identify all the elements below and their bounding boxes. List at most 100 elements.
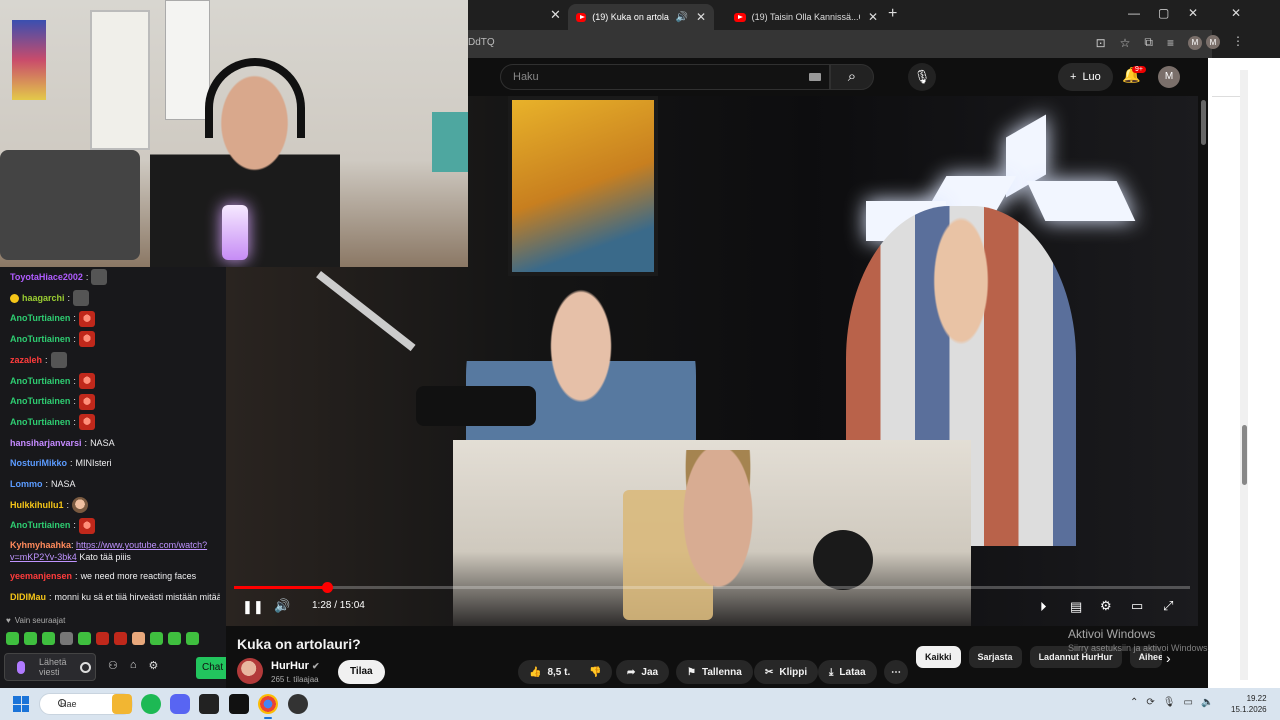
mic-icon[interactable]	[17, 661, 25, 674]
download-button[interactable]: ⤓ Lataa	[818, 660, 877, 684]
install-icon[interactable]: ⊡	[1096, 36, 1106, 50]
theater-mode-icon[interactable]: ▭	[1131, 598, 1143, 614]
close-window-icon[interactable]: ✕	[1231, 6, 1241, 20]
volume-icon[interactable]: 🔊	[274, 598, 290, 614]
emote-icon[interactable]	[60, 632, 73, 645]
url-text[interactable]: DdTQ	[468, 37, 495, 48]
page-scrollbar-thumb[interactable]	[1242, 425, 1247, 485]
profile-avatar[interactable]: M	[1188, 35, 1202, 50]
inner-scrollbar-thumb[interactable]	[1201, 100, 1206, 145]
emote-icon[interactable]	[168, 632, 181, 645]
emote-picker-icon[interactable]	[80, 662, 91, 673]
subtitles-icon[interactable]: ▤	[1070, 599, 1082, 615]
volume-icon[interactable]: 🔈	[1201, 697, 1213, 708]
close-window-icon[interactable]: ✕	[1188, 6, 1198, 20]
maximize-icon[interactable]: ▢	[1158, 6, 1169, 20]
bits-icon[interactable]: ⚇	[108, 659, 118, 672]
chat-username[interactable]: ToyotaHiace2002	[10, 267, 83, 288]
share-button[interactable]: ➦ Jaa	[616, 660, 670, 684]
speaker-icon[interactable]: 🔊	[675, 12, 687, 23]
chat-username[interactable]: Hulkkihullu1	[10, 495, 64, 516]
tab-close-icon[interactable]: ✕	[868, 10, 878, 24]
more-actions-button[interactable]: ⋯	[884, 660, 908, 684]
chat-username[interactable]: NosturiMikko	[10, 453, 67, 474]
emote-icon[interactable]	[6, 632, 19, 645]
chat-username[interactable]: AnoTurtiainen	[10, 412, 70, 433]
settings-gear-icon[interactable]: ⚙	[1100, 598, 1112, 614]
bookmark-star-icon[interactable]: ☆	[1120, 36, 1131, 50]
mic-icon[interactable]: 🎙	[1163, 697, 1176, 708]
app-icon[interactable]	[199, 694, 219, 714]
emote-icon[interactable]	[96, 632, 109, 645]
channel-name[interactable]: HurHur ✔	[271, 660, 320, 672]
chat-username[interactable]: zazaleh	[10, 350, 42, 371]
close-icon[interactable]: ✕	[550, 7, 561, 23]
tab-inactive[interactable]: (19) Taisin Olla Kannissä...Osa 2 ✕	[726, 4, 886, 30]
chat-username[interactable]: Kyhmyhaahka	[10, 540, 71, 550]
network-icon[interactable]: ▭	[1183, 697, 1192, 708]
fullscreen-icon[interactable]: ⤢	[1163, 598, 1173, 614]
chat-username[interactable]: Lommo	[10, 474, 43, 495]
voice-search-button[interactable]: 🎙	[908, 63, 936, 91]
app-icon[interactable]	[288, 694, 308, 714]
chevron-up-icon[interactable]: ⌃	[1130, 697, 1138, 708]
chip-all[interactable]: Kaikki	[916, 646, 961, 668]
sync-icon[interactable]: ⟳	[1146, 697, 1154, 708]
chat-input[interactable]: Lähetä viesti	[4, 653, 96, 681]
chat-username[interactable]: AnoTurtiainen	[10, 515, 70, 536]
autoplay-toggle-icon[interactable]: ⏵	[1040, 599, 1047, 615]
search-box[interactable]: Haku	[500, 64, 830, 90]
chat-username[interactable]: hansiharjanvarsi	[10, 433, 82, 454]
windows-start-icon[interactable]	[13, 696, 29, 712]
discord-icon[interactable]	[170, 694, 190, 714]
subscribe-button[interactable]: Tilaa	[338, 660, 385, 684]
progress-bar[interactable]	[234, 582, 1190, 593]
emote-icon[interactable]	[132, 632, 145, 645]
emote-icon[interactable]	[42, 632, 55, 645]
keyboard-icon[interactable]	[809, 73, 821, 81]
chat-username[interactable]: AnoTurtiainen	[10, 371, 70, 392]
tab-active[interactable]: (19) Kuka on artolauri? - Yo 🔊 ✕	[568, 4, 714, 30]
page-scrollbar[interactable]	[1240, 70, 1248, 680]
profile-avatar[interactable]: M	[1206, 35, 1220, 49]
channel-avatar[interactable]	[237, 658, 263, 684]
inner-scrollbar[interactable]	[1198, 96, 1208, 626]
emote-icon[interactable]	[186, 632, 199, 645]
emote-icon[interactable]	[24, 632, 37, 645]
menu-icon[interactable]: ⋮	[1232, 34, 1244, 48]
create-button[interactable]: + Luo	[1058, 63, 1113, 91]
emote-icon[interactable]	[150, 632, 163, 645]
like-button[interactable]: 👍 8,5 t.	[518, 660, 581, 684]
emote-icon[interactable]	[114, 632, 127, 645]
search-button[interactable]: ⌕	[830, 64, 874, 90]
chat-send-button[interactable]: Chat	[196, 657, 226, 679]
minimize-icon[interactable]: —	[1128, 6, 1140, 20]
emote-icon[interactable]	[78, 632, 91, 645]
chat-username[interactable]: AnoTurtiainen	[10, 391, 70, 412]
new-tab-icon[interactable]: +	[888, 5, 897, 23]
extensions-icon[interactable]: ⧉	[1144, 35, 1153, 50]
chrome-icon[interactable]	[258, 694, 278, 719]
address-bar[interactable]: DdTQ ⊡ ☆ ⧉ ≡ M	[468, 30, 1212, 58]
dislike-button[interactable]: 👎	[578, 660, 613, 684]
chat-username[interactable]: DIDIMau	[10, 587, 46, 608]
pause-icon[interactable]: ❚❚	[242, 599, 264, 615]
media-icon[interactable]: ≡	[1167, 36, 1174, 50]
search-input[interactable]: Haku	[513, 71, 539, 83]
settings-gear-icon[interactable]: ⚙	[149, 659, 159, 672]
save-button[interactable]: ⚑ Tallenna	[676, 660, 753, 684]
clock[interactable]: 19.22 15.1.2026	[1231, 693, 1267, 715]
clip-button[interactable]: ✂ Klippi	[754, 660, 819, 684]
account-avatar[interactable]: M	[1158, 66, 1180, 88]
chat-username[interactable]: yeemanjensen	[10, 566, 72, 587]
spotify-icon[interactable]	[141, 694, 161, 714]
chat-username[interactable]: AnoTurtiainen	[10, 329, 70, 350]
progress-knob[interactable]	[322, 582, 334, 593]
store-icon[interactable]: ⌂	[130, 659, 137, 672]
chat-username[interactable]: haagarchi	[22, 288, 65, 309]
file-explorer-icon[interactable]	[112, 694, 132, 714]
tab-close-icon[interactable]: ✕	[696, 10, 706, 24]
app-icon[interactable]	[229, 694, 249, 714]
chip-series[interactable]: Sarjasta	[968, 646, 1022, 668]
chat-username[interactable]: AnoTurtiainen	[10, 308, 70, 329]
